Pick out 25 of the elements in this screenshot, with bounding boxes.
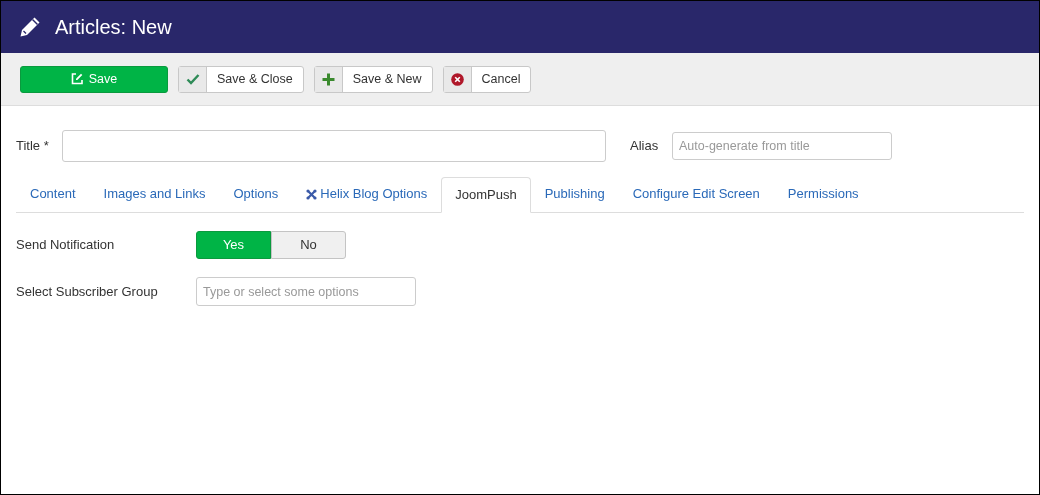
toggle-option[interactable]: No bbox=[271, 231, 346, 259]
pencil-icon bbox=[19, 16, 41, 38]
edit-icon bbox=[70, 73, 83, 85]
tab[interactable]: Content bbox=[16, 176, 90, 212]
toolbar-button[interactable]: Cancel bbox=[442, 65, 532, 93]
title-field[interactable] bbox=[62, 130, 606, 162]
tab[interactable]: Helix Blog Options bbox=[292, 176, 442, 212]
title-label: Title * bbox=[16, 137, 50, 156]
check-icon bbox=[185, 73, 200, 85]
tab[interactable]: Permissions bbox=[773, 176, 873, 212]
alias-label: Alias bbox=[630, 137, 660, 156]
tab[interactable]: Images and Links bbox=[89, 176, 220, 212]
page-title: Articles: New bbox=[55, 15, 172, 40]
cancel-icon bbox=[450, 72, 464, 86]
tab[interactable]: Publishing bbox=[530, 176, 619, 212]
tab[interactable]: Configure Edit Screen bbox=[618, 176, 774, 212]
subscriber-group-field[interactable]: Type or select some options bbox=[196, 277, 416, 306]
subscriber-group-label: Select Subscriber Group bbox=[16, 282, 159, 301]
tab[interactable]: JoomPush bbox=[441, 177, 531, 213]
alias-field[interactable]: Auto-generate from title bbox=[672, 132, 892, 160]
toolbar-button[interactable]: Save & New bbox=[313, 65, 433, 93]
toolbar-button[interactable]: Save & Close bbox=[178, 65, 304, 93]
plus-icon bbox=[321, 72, 335, 86]
tab[interactable]: Options bbox=[219, 176, 293, 212]
send-notification-label: Send Notification bbox=[16, 236, 116, 255]
